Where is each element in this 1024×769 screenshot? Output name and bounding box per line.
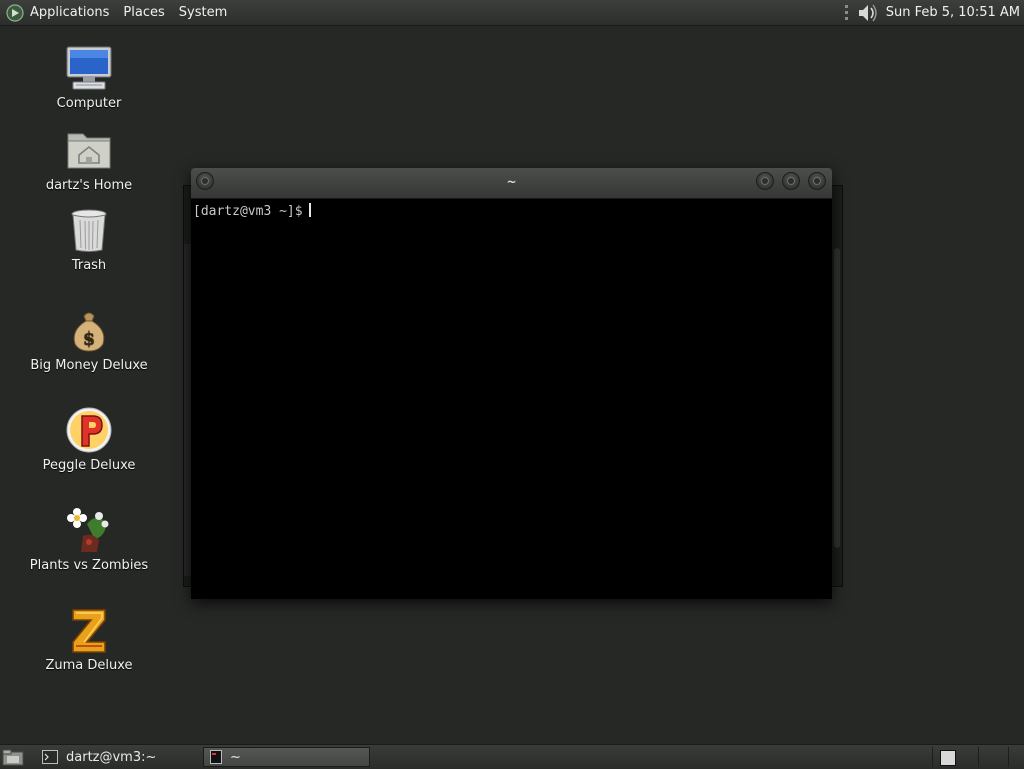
workspace-switcher[interactable] — [940, 750, 956, 766]
close-button[interactable] — [808, 172, 826, 190]
desktop-icon-home[interactable]: dartz's Home — [29, 126, 149, 193]
background-window-scrollbar[interactable] — [834, 248, 840, 548]
computer-icon — [66, 46, 112, 90]
terminal-content[interactable]: [dartz@vm3 ~]$ — [191, 199, 832, 599]
terminal-icon — [42, 750, 58, 764]
desktop-icon-label: Plants vs Zombies — [29, 558, 149, 573]
places-menu[interactable]: Places — [116, 0, 171, 25]
taskbar-button-label: ~ — [230, 749, 241, 765]
svg-text:$: $ — [83, 328, 96, 349]
terminal-titlebar[interactable]: ~ — [191, 168, 832, 199]
peggle-icon — [66, 407, 112, 453]
main-menu: Applications Places System — [0, 0, 234, 25]
tray-grip-icon — [844, 4, 848, 20]
desktop-icon-plants-vs-zombies[interactable]: Plants vs Zombies — [29, 506, 149, 573]
panel-separator — [978, 747, 979, 767]
minimize-button[interactable] — [756, 172, 774, 190]
applications-menu-label: Applications — [30, 5, 110, 20]
desktop-icon-computer[interactable]: Computer — [29, 44, 149, 111]
system-menu[interactable]: System — [172, 0, 234, 25]
desktop-icon-trash[interactable]: Trash — [29, 206, 149, 273]
terminal-title: ~ — [506, 175, 517, 189]
panel-separator — [932, 747, 933, 767]
desktop-icon-label: Big Money Deluxe — [30, 358, 148, 373]
trash-icon — [71, 209, 107, 252]
show-desktop-icon[interactable] — [2, 748, 24, 766]
terminal-window[interactable]: ~ [dartz@vm3 ~]$ — [191, 168, 832, 599]
applications-menu[interactable]: Applications — [0, 0, 116, 25]
terminal-prompt: [dartz@vm3 ~]$ — [193, 204, 303, 219]
zuma-icon — [72, 609, 106, 653]
panel-separator — [1008, 747, 1009, 767]
bottom-panel: dartz@vm3:~ ~ — [0, 744, 1024, 769]
text-cursor — [308, 203, 311, 217]
home-folder-icon — [67, 133, 111, 169]
taskbar-button-terminal[interactable]: dartz@vm3:~ — [36, 747, 200, 767]
taskbar-button-home-window[interactable]: ~ — [203, 747, 370, 767]
desktop-icon-peggle[interactable]: Peggle Deluxe — [29, 406, 149, 473]
desktop-icon-label: Computer — [56, 96, 122, 111]
plants-vs-zombies-icon — [67, 508, 109, 552]
desktop-icon-zuma[interactable]: Zuma Deluxe — [29, 606, 149, 673]
clock[interactable]: Sun Feb 5, 10:51 AM — [886, 5, 1020, 20]
desktop-icon-label: Peggle Deluxe — [42, 458, 136, 473]
maximize-button[interactable] — [782, 172, 800, 190]
top-panel: Applications Places System Sun Feb 5, 10… — [0, 0, 1024, 26]
gnome-foot-icon — [6, 3, 24, 22]
terminal-icon — [210, 750, 222, 764]
desktop-icon-label: dartz's Home — [45, 178, 133, 193]
money-bag-icon: $ — [73, 312, 105, 352]
taskbar-button-label: dartz@vm3:~ — [66, 749, 157, 765]
volume-icon[interactable] — [856, 2, 880, 24]
system-tray: Sun Feb 5, 10:51 AM — [844, 2, 1024, 24]
desktop-icon-big-money[interactable]: $ Big Money Deluxe — [29, 306, 149, 373]
desktop-icon-label: Zuma Deluxe — [45, 658, 133, 673]
desktop-icon-label: Trash — [71, 258, 107, 273]
